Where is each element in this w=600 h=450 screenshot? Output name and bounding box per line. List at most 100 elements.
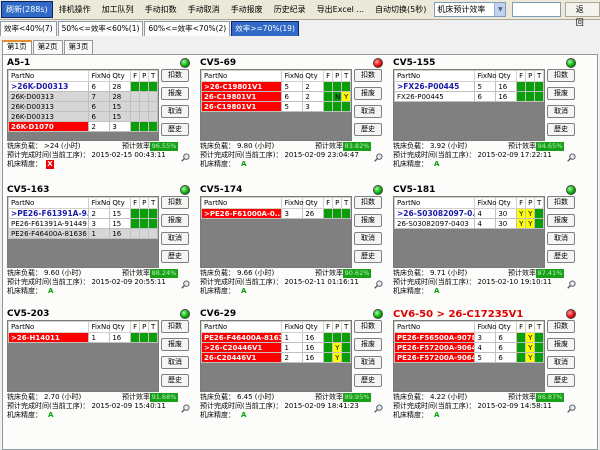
precision-value: A xyxy=(241,411,247,419)
p-status-cell xyxy=(139,218,150,229)
precision-label: 机床精度： xyxy=(393,287,428,295)
f-status-cell xyxy=(323,332,334,343)
table-row[interactable]: >FX26-P00445 5 16 xyxy=(394,81,544,92)
deduct-button[interactable]: 扣数 xyxy=(354,196,382,209)
history-button[interactable]: 歷史 xyxy=(547,250,575,263)
magnifier-icon[interactable] xyxy=(374,153,383,162)
magnifier-icon[interactable] xyxy=(567,404,576,413)
back-button[interactable]: 返回 xyxy=(564,2,600,27)
scrap-button[interactable]: 报废 xyxy=(354,338,382,351)
table-row[interactable]: 26-C19801V1 6 2 N Y xyxy=(201,91,351,102)
history-button[interactable]: 歷史 xyxy=(547,374,575,387)
table-row[interactable]: PE26-F56500A-90780 3 6 Y xyxy=(394,332,544,343)
deduct-button[interactable]: 扣数 xyxy=(547,320,575,333)
magnifier-icon[interactable] xyxy=(374,404,383,413)
cancel-button[interactable]: 取消 xyxy=(161,356,189,369)
table-row[interactable]: PE26-F61391A-91449 3 15 xyxy=(8,218,158,229)
table-row[interactable]: >PE26-F61391A-9... 2 15 xyxy=(8,208,158,219)
table-row[interactable]: 26-S03082097-0403 4 30 Y Y xyxy=(394,218,544,229)
deduct-button[interactable]: 扣数 xyxy=(161,320,189,333)
deduct-button[interactable]: 扣数 xyxy=(354,320,382,333)
load-value: >24 (小时) xyxy=(44,142,81,150)
cancel-button[interactable]: 取消 xyxy=(161,232,189,245)
cancel-button[interactable]: 取消 xyxy=(354,232,382,245)
scrap-button[interactable]: 报废 xyxy=(161,214,189,227)
p-status-cell xyxy=(332,101,343,112)
cancel-button[interactable]: 取消 xyxy=(161,105,189,118)
finish-label: 预计完成时间(当前工序)： xyxy=(393,151,476,159)
tab-eff-over-70[interactable]: 效率>=70%(19) xyxy=(231,21,299,36)
export-excel-button[interactable]: 导出Excel ... xyxy=(312,1,369,18)
scrap-button[interactable]: 报废 xyxy=(547,214,575,227)
sort-select[interactable]: 机床预计效率 ▼ xyxy=(434,2,507,17)
queue-button[interactable]: 加工队列 xyxy=(97,1,139,18)
magnifier-icon[interactable] xyxy=(181,404,190,413)
deduct-button[interactable]: 扣数 xyxy=(161,69,189,82)
table-row[interactable]: >26-H14011 1 16 xyxy=(8,332,158,343)
table-row[interactable]: 26K-D1070 2 3 xyxy=(8,121,158,132)
manual-deduct-button[interactable]: 手动扣数 xyxy=(140,1,182,18)
refresh-button[interactable]: 刷新(288s) xyxy=(1,1,53,18)
auto-switch-button[interactable]: 自动切换(5秒) xyxy=(370,1,431,18)
tab-page-1[interactable]: 第1页 xyxy=(2,40,32,54)
cancel-button[interactable]: 取消 xyxy=(547,232,575,245)
t-status-cell xyxy=(534,218,544,229)
deduct-button[interactable]: 扣数 xyxy=(547,69,575,82)
table-row[interactable]: >26-C20446V1 1 16 Y xyxy=(201,342,351,353)
history-button[interactable]: 歷史 xyxy=(354,374,382,387)
history-button[interactable]: 歷史 xyxy=(354,123,382,136)
tab-eff-50-60[interactable]: 50%<=效率<60%(1) xyxy=(57,21,144,36)
table-row[interactable]: FX26-P00445 6 16 xyxy=(394,91,544,102)
table-row[interactable]: PE26-F57200A-90642 5 6 Y xyxy=(394,352,544,363)
tab-page-2[interactable]: 第2页 xyxy=(32,40,63,54)
search-input[interactable] xyxy=(512,2,561,17)
cancel-button[interactable]: 取消 xyxy=(354,356,382,369)
table-row[interactable]: >26-S03082097-0... 4 30 Y Y xyxy=(394,208,544,219)
table-row[interactable]: 26K-D00313 6 15 xyxy=(8,111,158,122)
magnifier-icon[interactable] xyxy=(181,153,190,162)
table-row[interactable]: 26-C19801V1 5 3 xyxy=(201,101,351,112)
magnifier-icon[interactable] xyxy=(181,280,190,289)
scrap-button[interactable]: 报废 xyxy=(547,87,575,100)
history-button[interactable]: 歷史 xyxy=(161,123,189,136)
deduct-button[interactable]: 扣数 xyxy=(547,196,575,209)
machine-panel: CV6-50 > 26-C17235V1 PartNo FixNo Qty F … xyxy=(393,309,576,426)
history-button[interactable]: 歷史 xyxy=(547,123,575,136)
table-row[interactable]: PE26-F46400A-8163... 1 16 xyxy=(201,332,351,343)
precision-row: 机床精度： A xyxy=(7,287,190,296)
table-row[interactable]: >26K-D00313 6 28 xyxy=(8,81,158,92)
table-row[interactable]: >PE26-F61000A-0... 3 26 xyxy=(201,208,351,219)
tab-eff-under-40[interactable]: 效率<40%(7) xyxy=(0,21,57,36)
scrap-button[interactable]: 报废 xyxy=(161,87,189,100)
table-row[interactable]: 26K-D00313 7 28 xyxy=(8,91,158,102)
status-light-icon xyxy=(180,58,190,68)
chevron-down-icon[interactable]: ▼ xyxy=(494,3,506,16)
cancel-button[interactable]: 取消 xyxy=(547,356,575,369)
table-row[interactable]: >26-C19801V1 5 2 xyxy=(201,81,351,92)
magnifier-icon[interactable] xyxy=(567,153,576,162)
scrap-button[interactable]: 报废 xyxy=(354,87,382,100)
manual-cancel-button[interactable]: 手动取消 xyxy=(183,1,225,18)
table-row[interactable]: 26-C20446V1 2 16 Y xyxy=(201,352,351,363)
history-button[interactable]: 历史纪录 xyxy=(269,1,311,18)
schedule-button[interactable]: 排机操作 xyxy=(54,1,96,18)
cancel-button[interactable]: 取消 xyxy=(547,105,575,118)
fix-no-cell: 1 xyxy=(88,332,111,343)
manual-scrap-button[interactable]: 手动报废 xyxy=(226,1,268,18)
history-button[interactable]: 歷史 xyxy=(354,250,382,263)
scrap-button[interactable]: 报废 xyxy=(161,338,189,351)
deduct-button[interactable]: 扣数 xyxy=(161,196,189,209)
scrap-button[interactable]: 报废 xyxy=(354,214,382,227)
table-row[interactable]: PE26-F57200A-90648 4 6 Y xyxy=(394,342,544,353)
tab-page-3[interactable]: 第3页 xyxy=(63,40,94,54)
table-row[interactable]: PE26-F46400A-81636 1 16 xyxy=(8,228,158,239)
deduct-button[interactable]: 扣数 xyxy=(354,69,382,82)
table-row[interactable]: 26K-D00313 6 15 xyxy=(8,101,158,112)
tab-eff-60-70[interactable]: 60%<=效率<70%(2) xyxy=(144,21,231,36)
magnifier-icon[interactable] xyxy=(567,280,576,289)
history-button[interactable]: 歷史 xyxy=(161,374,189,387)
cancel-button[interactable]: 取消 xyxy=(354,105,382,118)
history-button[interactable]: 歷史 xyxy=(161,250,189,263)
scrap-button[interactable]: 报废 xyxy=(547,338,575,351)
magnifier-icon[interactable] xyxy=(374,280,383,289)
